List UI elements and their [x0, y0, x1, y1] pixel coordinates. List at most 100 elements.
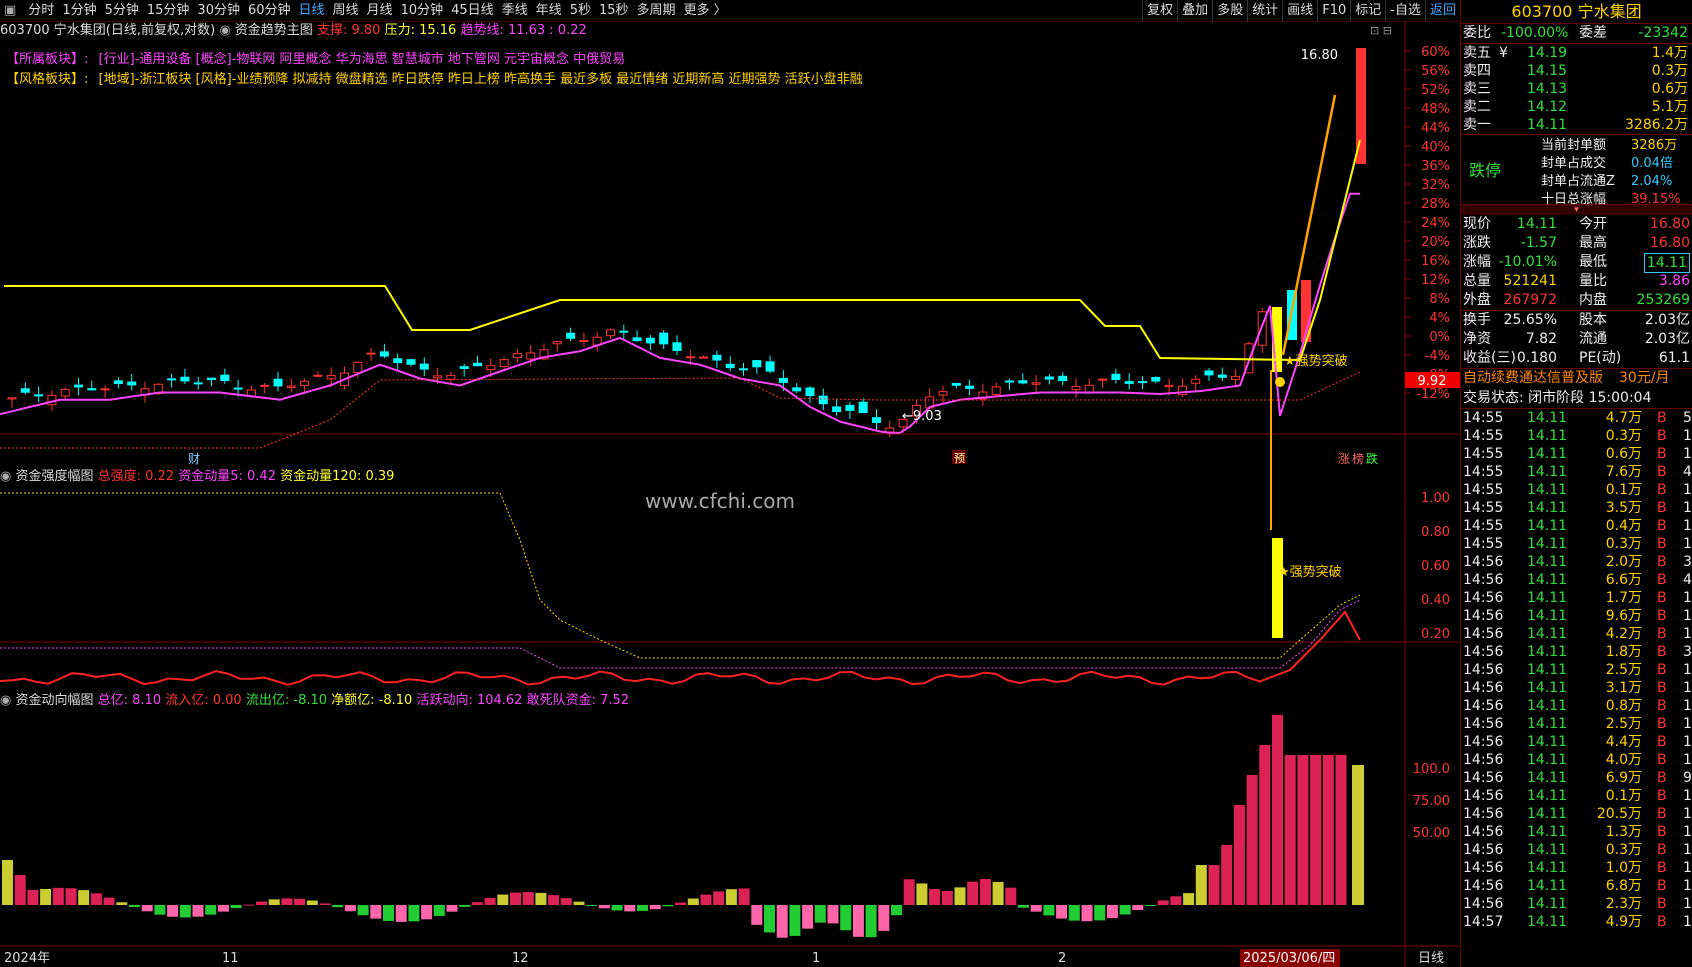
ad-price[interactable]: 30元/月 [1619, 369, 1670, 387]
sector-text[interactable]: [行业]-通用设备 [概念]-物联网 阿里概念 华为海思 智慧城市 地下管网 元… [93, 52, 626, 67]
toolbar-right-1[interactable]: 叠加 [1177, 0, 1212, 22]
toolbar-right-7[interactable]: -自选 [1385, 0, 1425, 22]
finance-marker[interactable]: 财 [188, 452, 200, 466]
tick-row[interactable]: 14:56 14.11 0.8万 B 1 [1461, 697, 1692, 715]
ask-row[interactable]: 卖四 14.15 0.3万 [1461, 62, 1692, 80]
toolbar-right-6[interactable]: 标记 [1350, 0, 1385, 22]
flow-title[interactable]: 资金动向幅图 [15, 693, 93, 708]
ad-row[interactable]: 自动续费通达信普及版 30元/月 [1461, 369, 1692, 389]
limit-down-marker[interactable]: 跌 [1366, 451, 1378, 466]
tick-row[interactable]: 14:55 14.11 4.7万 B 5 [1461, 409, 1692, 427]
period-tab-7[interactable]: 周线 [329, 0, 363, 22]
flow-bar [319, 903, 331, 905]
tick-row[interactable]: 14:56 14.11 3.1万 B 1 [1461, 679, 1692, 697]
tick-row[interactable]: 14:56 14.11 4.0万 B 1 [1461, 751, 1692, 769]
toolbar-right-0[interactable]: 复权 [1142, 0, 1177, 22]
indicator-circle-icon[interactable]: ◉ [0, 693, 11, 708]
period-tab-8[interactable]: 月线 [363, 0, 397, 22]
toolbar-right-8[interactable]: 返回 [1424, 0, 1460, 22]
period-tab-9[interactable]: 10分钟 [397, 0, 448, 22]
period-tab-10[interactable]: 45日线 [447, 0, 498, 22]
tick-row[interactable]: 14:55 14.11 0.3万 B 1 [1461, 427, 1692, 445]
tick-row[interactable]: 14:56 14.11 2.3万 B 1 [1461, 895, 1692, 913]
tick-row[interactable]: 14:56 14.11 0.3万 B 1 [1461, 841, 1692, 859]
candle-body [7, 397, 17, 400]
period-tab-1[interactable]: 1分钟 [58, 0, 100, 22]
period-tab-15[interactable]: 多周期 [633, 0, 680, 22]
candle-body [406, 359, 416, 365]
period-tab-4[interactable]: 30分钟 [193, 0, 244, 22]
forecast-marker[interactable]: 预 [954, 452, 965, 465]
strength-title[interactable]: 资金强度幅图 [15, 469, 93, 484]
indicator-circle-icon[interactable]: ◉ [0, 469, 11, 484]
tick-row[interactable]: 14:56 14.11 2.5万 B 1 [1461, 661, 1692, 679]
tick-row[interactable]: 14:55 14.11 0.3万 B 1 [1461, 535, 1692, 553]
period-tab-14[interactable]: 15秒 [595, 0, 633, 22]
tick-row[interactable]: 14:56 14.11 1.7万 B 1 [1461, 589, 1692, 607]
tick-row[interactable]: 14:56 14.11 6.9万 B 9 [1461, 769, 1692, 787]
period-tab-2[interactable]: 5分钟 [101, 0, 143, 22]
candle-body [20, 388, 30, 393]
stat-value: 3.86 [1658, 273, 1690, 289]
ask-row[interactable]: 卖五 ¥14.19 1.4万 [1461, 44, 1692, 62]
tick-row[interactable]: 14:56 14.11 2.5万 B 1 [1461, 715, 1692, 733]
tick-row[interactable]: 14:56 14.11 20.5万 B 1 [1461, 805, 1692, 823]
tick-side: B [1657, 662, 1667, 678]
ask-row[interactable]: 卖一 14.11 3286.2万 [1461, 116, 1692, 134]
tick-row[interactable]: 14:55 14.11 0.6万 B 1 [1461, 445, 1692, 463]
toolbar-menu-icon[interactable]: ▣ [0, 0, 20, 22]
period-tab-11[interactable]: 季线 [498, 0, 532, 22]
panel-window-controls[interactable]: ⊡ ⊟ [1370, 24, 1392, 37]
tick-row[interactable]: 14:57 14.11 4.9万 B 1 [1461, 913, 1692, 931]
tick-row[interactable]: 14:55 14.11 0.1万 B 1 [1461, 481, 1692, 499]
y-tick-main: 0% [1429, 330, 1450, 345]
tick-row[interactable]: 14:55 14.11 0.4万 B 1 [1461, 517, 1692, 535]
ask-row[interactable]: 卖二 14.12 5.1万 [1461, 98, 1692, 116]
period-tab-3[interactable]: 15分钟 [143, 0, 194, 22]
stat-label: 最低 [1579, 254, 1607, 270]
tick-count: 1 [1683, 680, 1692, 696]
tick-row[interactable]: 14:56 14.11 0.1万 B 1 [1461, 787, 1692, 805]
kline-chart-area[interactable]: 60%56%52%48%44%40%36%32%28%24%20%16%12%8… [0, 22, 1460, 967]
tick-count: 1 [1683, 824, 1692, 840]
period-tab-5[interactable]: 60分钟 [244, 0, 295, 22]
period-tab-12[interactable]: 年线 [532, 0, 566, 22]
style-text[interactable]: [地域]-浙江板块 [风格]-业绩预降 拟减持 微盘精选 昨日跌停 昨日上榜 昨… [93, 72, 863, 87]
limit-box: 跌停 当前封单额 3286万 封单占成交 0.04倍 封单占流通Z 2.04% 十日总涨幅 3… [1461, 135, 1692, 207]
period-tab-13[interactable]: 5秒 [566, 0, 595, 22]
candle-body [193, 382, 203, 385]
toolbar-right-3[interactable]: 统计 [1247, 0, 1282, 22]
indicator-name[interactable]: 资金趋势主图 [235, 23, 313, 38]
period-tab-6[interactable]: 日线 [295, 0, 329, 22]
stock-title[interactable]: 603700 宁水集团(日线,前复权,对数) [0, 23, 215, 38]
flow-bar [1106, 905, 1118, 919]
tick-row[interactable]: 14:56 14.11 2.0万 B 3 [1461, 553, 1692, 571]
flow-bar [433, 905, 445, 916]
toolbar-right-2[interactable]: 多股 [1212, 0, 1247, 22]
tick-row[interactable]: 14:56 14.11 1.0万 B 1 [1461, 859, 1692, 877]
tick-row[interactable]: 14:56 14.11 6.8万 B 1 [1461, 877, 1692, 895]
candle-body [353, 361, 363, 373]
toolbar-right-5[interactable]: F10 [1317, 0, 1350, 22]
ask-row[interactable]: 卖三 14.13 0.6万 [1461, 80, 1692, 98]
ask-volume: 5.1万 [1651, 99, 1688, 115]
seal-row: 封单占流通Z 2.04% [1541, 173, 1691, 191]
ad-text[interactable]: 自动续费通达信普及版 [1463, 369, 1603, 387]
limit-up-marker[interactable]: 涨 [1338, 451, 1350, 466]
tick-row[interactable]: 14:55 14.11 3.5万 B 1 [1461, 499, 1692, 517]
flow-bar [535, 892, 547, 905]
period-tab-0[interactable]: 分时 [24, 0, 58, 22]
ranking-marker[interactable]: 榜 [1352, 451, 1364, 466]
toolbar-right-4[interactable]: 画线 [1282, 0, 1317, 22]
period-tab-16[interactable]: 更多 〉 [680, 0, 731, 22]
tick-row[interactable]: 14:56 14.11 6.6万 B 4 [1461, 571, 1692, 589]
ask-label: 卖三 [1463, 81, 1491, 97]
tick-row[interactable]: 14:56 14.11 4.4万 B 1 [1461, 733, 1692, 751]
tick-row[interactable]: 14:56 14.11 1.8万 B 3 [1461, 643, 1692, 661]
indicator-circle-icon[interactable]: ◉ [219, 23, 230, 38]
tick-row[interactable]: 14:56 14.11 1.3万 B 1 [1461, 823, 1692, 841]
tick-row[interactable]: 14:56 14.11 4.2万 B 1 [1461, 625, 1692, 643]
tick-list[interactable]: 14:55 14.11 4.7万 B 5 14:55 14.11 0.3万 B 1 14:55 14.… [1461, 409, 1692, 931]
tick-row[interactable]: 14:55 14.11 7.6万 B 4 [1461, 463, 1692, 481]
tick-row[interactable]: 14:56 14.11 9.6万 B 1 [1461, 607, 1692, 625]
